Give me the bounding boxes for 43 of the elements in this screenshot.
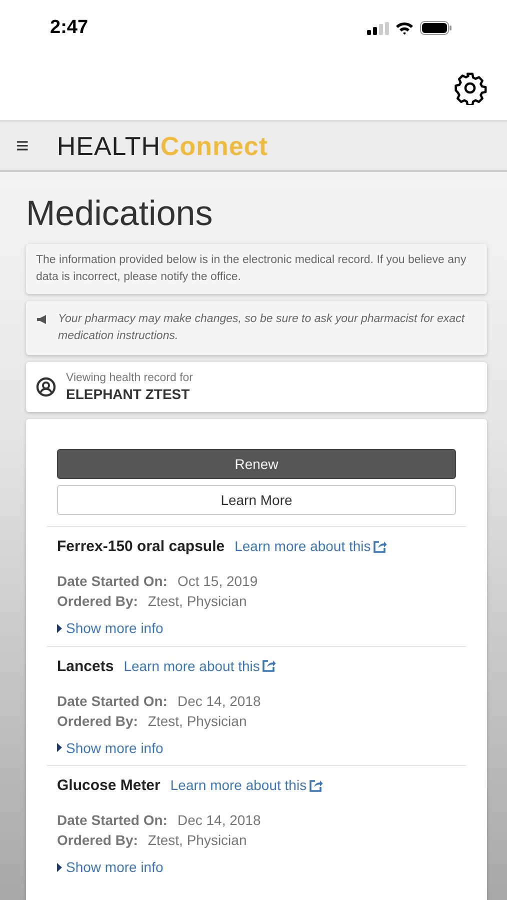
caret-icon[interactable] [57,743,62,752]
menu-button[interactable]: ≡ [16,135,29,157]
field-label: Ordered By: [57,712,138,730]
record-label: Viewing health record for [66,372,193,384]
field-value: Dec 14, 2018 [177,692,261,710]
field-value: Ztest, Physician [148,712,247,730]
learn-more-link[interactable]: Learn more about this [234,538,387,554]
learn-more-link[interactable]: Learn more about this [124,658,276,674]
caret-icon[interactable] [57,862,62,872]
user-circle-icon [36,377,56,397]
show-more-link[interactable]: Show more info [57,740,164,756]
learn-more-link[interactable]: Learn more about this [170,777,323,793]
wifi-icon [395,21,414,35]
share-icon[interactable] [372,540,387,552]
show-more-link[interactable]: Show more info [57,859,164,875]
show-more-link[interactable]: Show more info [57,620,164,636]
learn-more-button[interactable]: Learn More [57,485,456,515]
medication-name: Lancets [57,658,114,674]
app-logo: HEALTHConnect [56,130,268,162]
battery-icon [420,21,452,35]
patient-name: ELEPHANT ZTEST [66,386,191,402]
medication-name: Ferrex-150 oral capsule [57,538,225,555]
caret-icon[interactable] [57,624,62,632]
field-label: Date Started On: [57,692,168,710]
status-time: 2:47 [50,17,88,39]
field-value: Ztest, Physician [148,592,247,611]
field-label: Ordered By: [57,831,138,850]
field-value: Dec 14, 2018 [177,811,261,830]
megaphone-icon [37,315,48,324]
medication-name: Glucose Meter [57,777,160,794]
field-label: Date Started On: [57,572,168,591]
share-icon[interactable] [262,659,276,672]
pharmacy-note: Your pharmacy may make changes, so be sure to ask your pharmacist for exact medication instructions. [58,312,466,344]
field-label: Ordered By: [57,592,138,611]
field-value: Oct 15, 2019 [177,572,258,591]
field-label: Date Started On: [57,811,168,830]
field-value: Ztest, Physician [148,831,247,850]
notice-text: The information provided below is in the electronic medical record. If you believe any data is incorrect, please notify the office. [36,253,468,285]
renew-button[interactable]: Renew [57,449,456,479]
settings-icon[interactable] [453,71,487,105]
page-title: Medications [26,194,214,234]
signal-icon [367,22,389,34]
share-icon[interactable] [308,778,323,792]
